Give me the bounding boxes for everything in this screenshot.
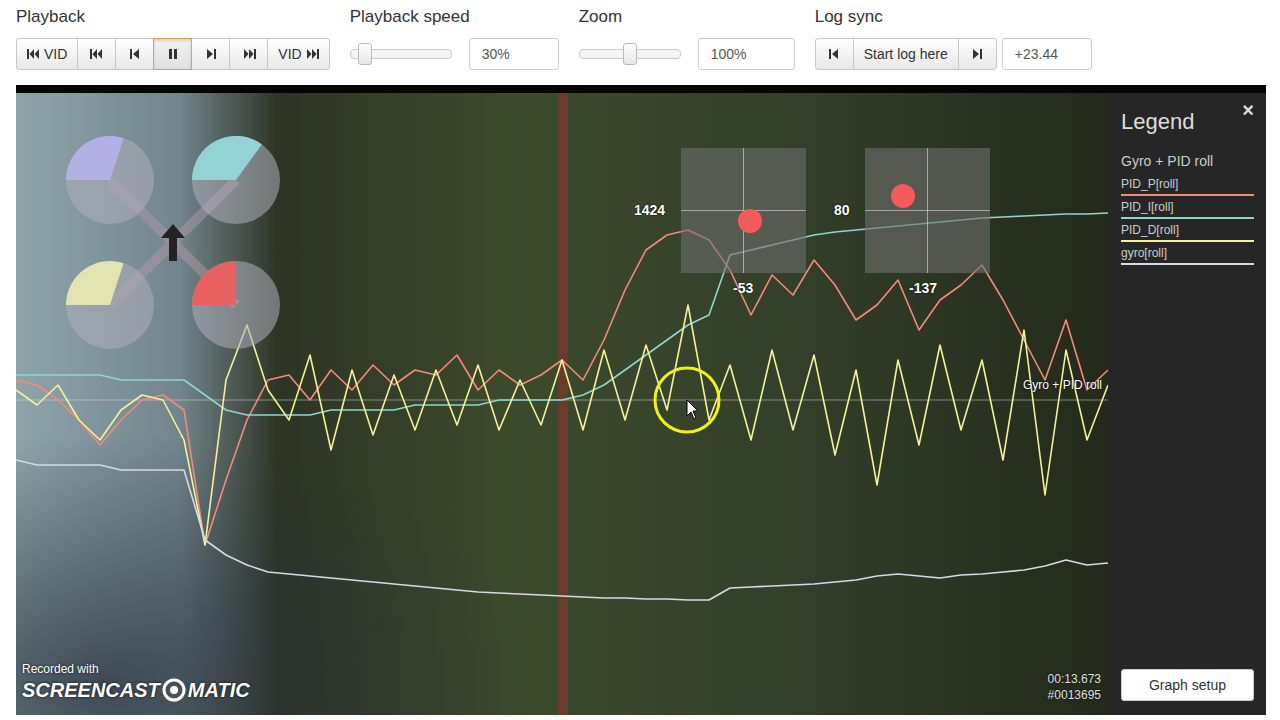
legend-group-title: Gyro + PID roll — [1121, 153, 1254, 169]
end-button[interactable] — [229, 38, 268, 70]
playback-buttons: VID VID — [16, 38, 330, 70]
frame-number: #0013695 — [1048, 687, 1101, 703]
stick-box — [865, 148, 990, 273]
slider-thumb[interactable] — [623, 43, 637, 65]
button-label: VID — [44, 46, 67, 62]
speed-slider[interactable] — [350, 43, 452, 65]
motor-dial — [192, 261, 280, 349]
stick-x-value: 1424 — [634, 201, 665, 219]
group-label: Zoom — [579, 6, 795, 28]
stick-dot — [738, 209, 762, 233]
speed-controls: 30% — [350, 38, 559, 70]
log-viewer: Playback VID VID Playback speed 30% Zoom… — [0, 0, 1280, 720]
motor-display — [16, 93, 336, 393]
speed-group: Playback speed 30% — [350, 6, 559, 85]
speed-field[interactable]: 30% — [469, 38, 559, 70]
step-back-icon — [828, 48, 840, 60]
button-label: VID — [278, 46, 301, 62]
stick-box — [681, 148, 806, 273]
motor-level — [192, 136, 262, 180]
slider-thumb[interactable] — [358, 43, 372, 65]
zoom-field[interactable]: 100% — [698, 38, 795, 70]
series-line — [16, 305, 1108, 545]
pause-button[interactable] — [153, 38, 192, 70]
step-forward-icon — [971, 48, 983, 60]
watermark-brand: SCREENCAST MATIC — [22, 677, 250, 703]
motor-level — [66, 136, 124, 180]
legend-item[interactable]: PID_P[roll] — [1121, 173, 1254, 196]
toolbar: Playback VID VID Playback speed 30% Zoom… — [0, 0, 1280, 85]
log-offset-field[interactable]: +23.44 — [1002, 38, 1092, 70]
step-forward-icon — [205, 48, 217, 60]
legend-panel: Legend × Gyro + PID roll PID_P[roll]PID_… — [1108, 93, 1266, 715]
group-label: Playback speed — [350, 6, 559, 28]
start-button[interactable] — [77, 38, 116, 70]
playback-time: 00:13.673 — [1048, 671, 1101, 687]
stick-axis — [927, 148, 928, 273]
motor-dial — [66, 136, 154, 224]
time-stamp: 00:13.673 #0013695 — [1048, 671, 1101, 703]
video-end-icon — [305, 48, 319, 60]
group-label: Playback — [16, 6, 330, 28]
zoom-slider[interactable] — [579, 43, 681, 65]
viewer-area: 1424 -53 80 -137 Gyro + PID roll 00:13.6… — [16, 85, 1266, 715]
brand-left: SCREENCAST — [22, 677, 160, 703]
log-sync-group: Log sync Start log here +23.44 — [815, 6, 1092, 85]
motor-dial — [192, 136, 280, 224]
text-button[interactable]: Start log here — [853, 38, 959, 70]
stick-x-value: 80 — [834, 201, 850, 219]
group-label: Log sync — [815, 6, 1092, 28]
brand-right: MATIC — [188, 677, 250, 703]
motor-level — [192, 261, 236, 305]
step-forward-button[interactable] — [191, 38, 230, 70]
legend-item[interactable]: PID_D[roll] — [1121, 219, 1254, 242]
motor-dial — [66, 261, 154, 349]
stick-y-value: -53 — [733, 279, 753, 297]
playback-group: Playback VID VID — [16, 6, 330, 85]
video-end-button[interactable]: VID — [267, 38, 329, 70]
start-icon — [90, 48, 104, 60]
button-label: Start log here — [864, 46, 948, 62]
graph-setup-button[interactable]: Graph setup — [1121, 669, 1254, 701]
stick-dot — [891, 184, 915, 208]
cursor-icon — [647, 360, 727, 440]
legend-header: Legend × — [1121, 101, 1254, 137]
video-stage: 1424 -53 80 -137 Gyro + PID roll 00:13.6… — [16, 93, 1108, 715]
watermark: Recorded with SCREENCAST MATIC — [22, 661, 250, 703]
step-back-icon — [129, 48, 141, 60]
record-logo-icon — [162, 678, 186, 702]
video-start-icon — [27, 48, 41, 60]
zoom-group: Zoom 100% — [579, 6, 795, 85]
step-back-button[interactable] — [815, 38, 854, 70]
log-sync-buttons: Start log here — [815, 38, 997, 70]
pause-icon — [167, 48, 179, 60]
legend-item[interactable]: gyro[roll] — [1121, 242, 1254, 265]
legend-item[interactable]: PID_I[roll] — [1121, 196, 1254, 219]
stick-y-value: -137 — [909, 279, 937, 297]
end-icon — [242, 48, 256, 60]
time-marker[interactable] — [558, 93, 568, 715]
zoom-controls: 100% — [579, 38, 795, 70]
close-button[interactable]: × — [1242, 101, 1254, 119]
legend-title: Legend — [1121, 107, 1194, 137]
log-sync-controls: Start log here +23.44 — [815, 38, 1092, 70]
video-start-button[interactable]: VID — [16, 38, 78, 70]
arrow-up-icon — [161, 224, 185, 261]
step-forward-button[interactable] — [958, 38, 997, 70]
series-line — [16, 460, 1108, 600]
series-line — [16, 230, 1108, 545]
graph-title: Gyro + PID roll — [1023, 378, 1102, 392]
watermark-caption: Recorded with — [22, 661, 250, 677]
step-back-button[interactable] — [115, 38, 154, 70]
motor-level — [66, 261, 124, 305]
